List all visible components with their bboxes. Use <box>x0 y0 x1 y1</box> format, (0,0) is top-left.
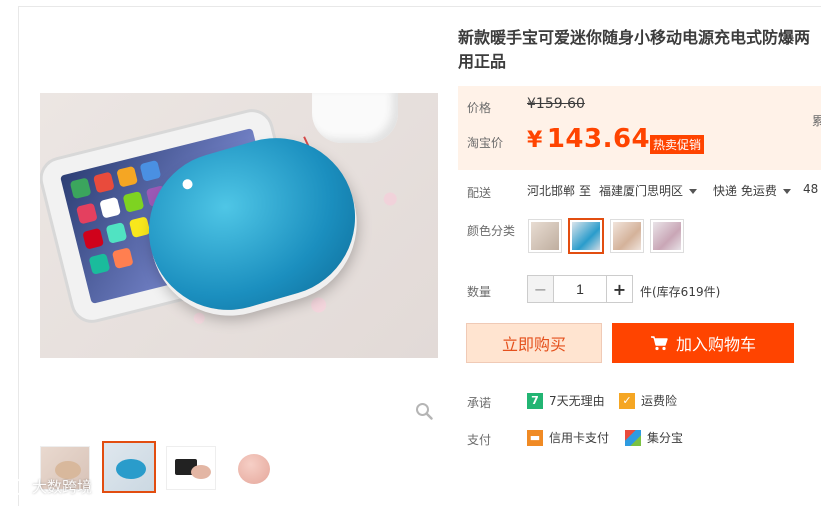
freight-insurance-icon: ✓ <box>619 392 635 409</box>
quantity-stepper: − + <box>527 275 633 303</box>
thumbnail-4[interactable] <box>228 446 278 490</box>
color-option-4[interactable] <box>650 219 684 253</box>
quantity-input[interactable] <box>554 276 606 302</box>
payment-credit-card[interactable]: ▬ 信用卡支付 <box>527 429 609 446</box>
shipping-method-selector[interactable]: 快递 免运费 <box>713 182 791 199</box>
color-option-1[interactable] <box>528 219 562 253</box>
cart-icon <box>650 336 668 351</box>
ship-to-word: 至 <box>579 184 592 198</box>
quantity-decrease-button[interactable]: − <box>528 276 554 302</box>
color-option-2[interactable] <box>568 218 604 254</box>
promise-freight-insurance[interactable]: ✓ 运费险 <box>619 392 677 409</box>
main-product-image[interactable] <box>40 93 438 358</box>
stock-text: 件(库存619件) <box>640 285 721 299</box>
ship-from: 河北邯郸 <box>527 184 576 198</box>
thumbnail-3[interactable] <box>166 446 216 490</box>
thumbnail-2[interactable] <box>102 441 156 493</box>
watermark-logo-icon <box>6 478 28 495</box>
chevron-down-icon <box>689 189 698 194</box>
product-title: 新款暖手宝可爱迷你随身小移动电源充电式防爆两用正品 <box>458 28 811 71</box>
seven-day-icon: 7 <box>527 392 543 409</box>
original-price: ¥159.60 <box>527 96 585 112</box>
color-label: 颜色分类 <box>467 224 516 238</box>
credit-card-icon: ▬ <box>527 429 543 446</box>
payment-jifenbao[interactable]: 集分宝 <box>625 429 683 446</box>
buy-now-button[interactable]: 立即购买 <box>466 323 602 363</box>
promo-badge: 热卖促销 <box>650 135 705 154</box>
color-option-3[interactable] <box>610 219 644 253</box>
zoom-icon[interactable] <box>415 402 433 420</box>
promise-label: 承诺 <box>467 396 492 410</box>
jifenbao-icon <box>625 429 641 446</box>
destination-selector[interactable]: 福建厦门思明区 <box>599 182 698 199</box>
price-label: 价格 <box>467 101 492 115</box>
payment-label: 支付 <box>467 433 492 447</box>
promise-seven-day[interactable]: 7 7天无理由 <box>527 392 605 409</box>
taobao-price: ¥143.64 <box>527 124 651 154</box>
shipping-label: 配送 <box>467 186 492 200</box>
quantity-increase-button[interactable]: + <box>606 276 632 302</box>
clipped-sales-label: 累 <box>812 114 821 128</box>
watermark: 大数跨境 <box>6 476 92 497</box>
taobao-price-label: 淘宝价 <box>467 136 504 150</box>
chevron-down-icon <box>782 189 791 194</box>
add-to-cart-button[interactable]: 加入购物车 <box>612 323 794 363</box>
quantity-label: 数量 <box>467 285 492 299</box>
cup-image-part <box>312 93 398 143</box>
clipped-delivery-time: 48 <box>803 182 819 196</box>
add-to-cart-label: 加入购物车 <box>675 335 756 354</box>
